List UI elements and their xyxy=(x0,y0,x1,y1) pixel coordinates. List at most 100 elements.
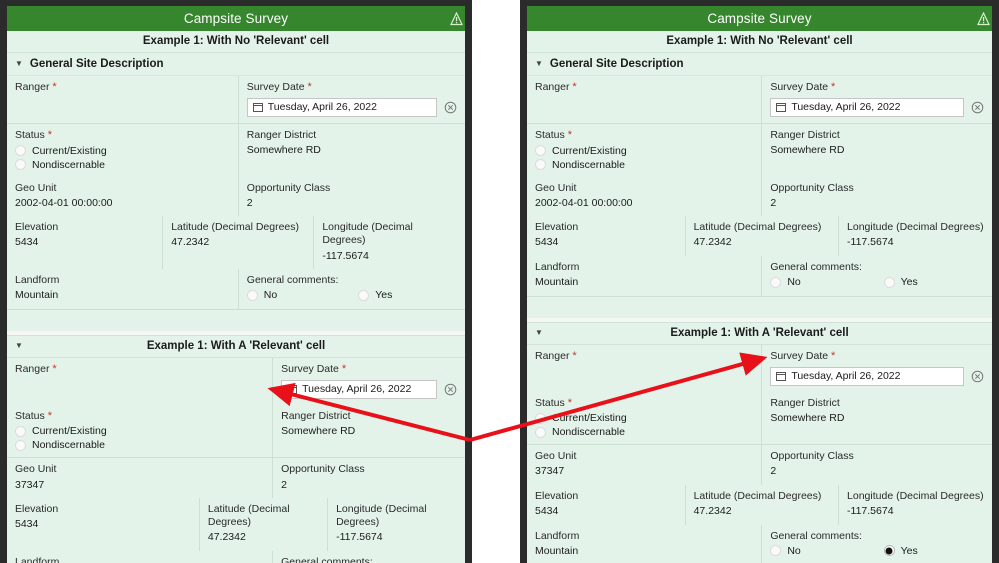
radio-button[interactable] xyxy=(15,145,26,156)
radio-button[interactable] xyxy=(15,159,26,170)
radio-button[interactable] xyxy=(535,426,546,438)
clear-date-icon[interactable] xyxy=(971,101,984,114)
survey-date-value: Tuesday, April 26, 2022 xyxy=(791,101,901,114)
radio-button[interactable] xyxy=(535,145,546,156)
required-marker: * xyxy=(572,81,577,93)
cell-general-comments: General comments: No Yes xyxy=(238,269,465,309)
radio-button[interactable] xyxy=(770,276,782,288)
radio-button[interactable] xyxy=(883,276,895,288)
exclamation-alert-icon[interactable] xyxy=(450,11,463,26)
banner-no-relevant: Example 1: With No 'Relevant' cell xyxy=(7,31,465,53)
radio-status-nondiscernable[interactable]: Nondiscernable xyxy=(535,159,753,171)
label-ranger-district: Ranger District xyxy=(246,128,317,141)
radio-status-current[interactable]: Current/Existing xyxy=(535,412,753,424)
required-marker: * xyxy=(567,128,572,141)
label-elevation: Elevation xyxy=(535,490,579,503)
section-header-general-site-description[interactable]: ▼ General Site Description xyxy=(527,53,992,76)
required-marker: * xyxy=(47,128,52,141)
radio-comments-no[interactable]: No xyxy=(770,545,883,557)
value-latitude: 47.2342 xyxy=(693,236,732,249)
label-status: Status xyxy=(15,409,45,422)
label-landform: Landform xyxy=(535,529,580,542)
app-title: Campsite Survey xyxy=(183,11,289,26)
form-a-table-landform: Landform Mountain General comments: No Y… xyxy=(527,256,992,296)
value-ranger-district: Somewhere RD xyxy=(770,411,845,424)
cell-geo-unit: Geo Unit 37347 xyxy=(7,457,274,499)
label-ranger: Ranger xyxy=(15,362,50,375)
survey-date-input[interactable]: Tuesday, April 26, 2022 xyxy=(281,379,437,399)
chevron-down-icon[interactable]: ▼ xyxy=(15,342,23,350)
general-comments-radio-group: No Yes xyxy=(770,543,984,557)
radio-button[interactable] xyxy=(358,289,370,301)
cell-elevation: Elevation 5434 xyxy=(7,216,164,270)
table-row: Elevation 5434 Latitude (Decimal Degrees… xyxy=(7,216,465,270)
value-opportunity-class: 2 xyxy=(770,465,777,478)
label-survey-date: Survey Date xyxy=(770,81,829,93)
section-header-general-site-description[interactable]: ▼ General Site Description xyxy=(7,53,465,76)
radio-status-nondiscernable[interactable]: Nondiscernable xyxy=(535,426,753,438)
label-status: Status xyxy=(535,128,565,141)
label-longitude: Longitude (Decimal Degrees) xyxy=(847,221,984,234)
table-row: Geo Unit 37347 Opportunity Class 2 xyxy=(7,457,465,499)
survey-date-value: Tuesday, April 26, 2022 xyxy=(302,383,412,396)
radio-comments-no[interactable]: No xyxy=(770,276,883,288)
chevron-down-icon[interactable]: ▼ xyxy=(15,60,23,68)
required-marker: * xyxy=(831,349,836,362)
clear-date-icon[interactable] xyxy=(971,370,984,383)
general-comments-radio-group: No Yes xyxy=(246,287,457,301)
survey-date-value: Tuesday, April 26, 2022 xyxy=(267,101,377,114)
exclamation-alert-icon[interactable] xyxy=(977,11,990,26)
chevron-down-icon[interactable]: ▼ xyxy=(535,329,543,337)
radio-label: No xyxy=(787,544,801,557)
radio-button[interactable] xyxy=(883,545,895,557)
cell-status: Status * Current/Existing Nondiscernable xyxy=(7,404,274,458)
radio-button[interactable] xyxy=(15,425,26,437)
cell-survey-date: Survey Date * Tuesday, April 26, 2022 xyxy=(238,76,465,124)
radio-status-current[interactable]: Current/Existing xyxy=(535,145,753,157)
radio-button[interactable] xyxy=(246,289,258,301)
radio-comments-yes[interactable]: Yes xyxy=(883,276,918,289)
radio-label: No xyxy=(787,276,801,289)
clear-date-icon[interactable] xyxy=(444,383,457,396)
radio-status-nondiscernable[interactable]: Nondiscernable xyxy=(15,439,264,451)
label-survey-date: Survey Date xyxy=(770,349,829,362)
value-elevation: 5434 xyxy=(15,518,39,531)
value-ranger-district: Somewhere RD xyxy=(281,424,356,437)
radio-button[interactable] xyxy=(770,545,782,557)
radio-button[interactable] xyxy=(15,439,26,451)
survey-date-input[interactable]: Tuesday, April 26, 2022 xyxy=(770,97,964,117)
radio-comments-yes[interactable]: Yes xyxy=(358,289,392,301)
survey-date-input[interactable]: Tuesday, April 26, 2022 xyxy=(770,366,964,386)
cell-ranger: Ranger * xyxy=(7,357,274,405)
radio-button[interactable] xyxy=(535,159,546,170)
radio-status-current[interactable]: Current/Existing xyxy=(15,145,230,157)
table-row: Elevation 5434 Latitude (Decimal Degrees… xyxy=(7,498,465,552)
cell-latitude: Latitude (Decimal Degrees) 47.2342 xyxy=(199,498,329,552)
radio-comments-yes[interactable]: Yes xyxy=(883,545,918,557)
radio-status-nondiscernable[interactable]: Nondiscernable xyxy=(15,159,230,171)
value-ranger-district: Somewhere RD xyxy=(770,143,845,156)
clear-date-icon[interactable] xyxy=(444,101,457,114)
radio-label: Yes xyxy=(900,276,918,289)
label-opportunity-class: Opportunity Class xyxy=(770,181,854,194)
cell-latitude: Latitude (Decimal Degrees) 47.2342 xyxy=(685,485,840,525)
cell-survey-date: Survey Date * Tuesday, April 26, 2022 xyxy=(761,344,992,392)
label-opportunity-class: Opportunity Class xyxy=(770,450,854,463)
cell-ranger-district: Ranger District Somewhere RD xyxy=(761,122,992,177)
label-status: Status xyxy=(535,396,565,409)
cell-landform: Landform Mountain xyxy=(527,256,763,296)
radio-label: Current/Existing xyxy=(552,412,627,425)
radio-label: Nondiscernable xyxy=(552,158,625,171)
table-row: Geo Unit 37347 Opportunity Class 2 xyxy=(527,444,992,486)
cell-general-comments: General comments: No Yes xyxy=(761,524,992,563)
survey-date-input[interactable]: Tuesday, April 26, 2022 xyxy=(246,97,437,117)
radio-comments-no[interactable]: No xyxy=(246,289,358,301)
label-elevation: Elevation xyxy=(535,221,579,234)
radio-status-current[interactable]: Current/Existing xyxy=(15,425,264,437)
form-a-table-geo: Elevation 5434 Latitude (Decimal Degrees… xyxy=(527,216,992,257)
radio-button[interactable] xyxy=(535,412,546,424)
value-opportunity-class: 2 xyxy=(281,478,287,491)
chevron-down-icon[interactable]: ▼ xyxy=(535,60,543,68)
cell-landform: Landform Mountain xyxy=(7,551,274,563)
radio-label: Nondiscernable xyxy=(32,158,105,171)
